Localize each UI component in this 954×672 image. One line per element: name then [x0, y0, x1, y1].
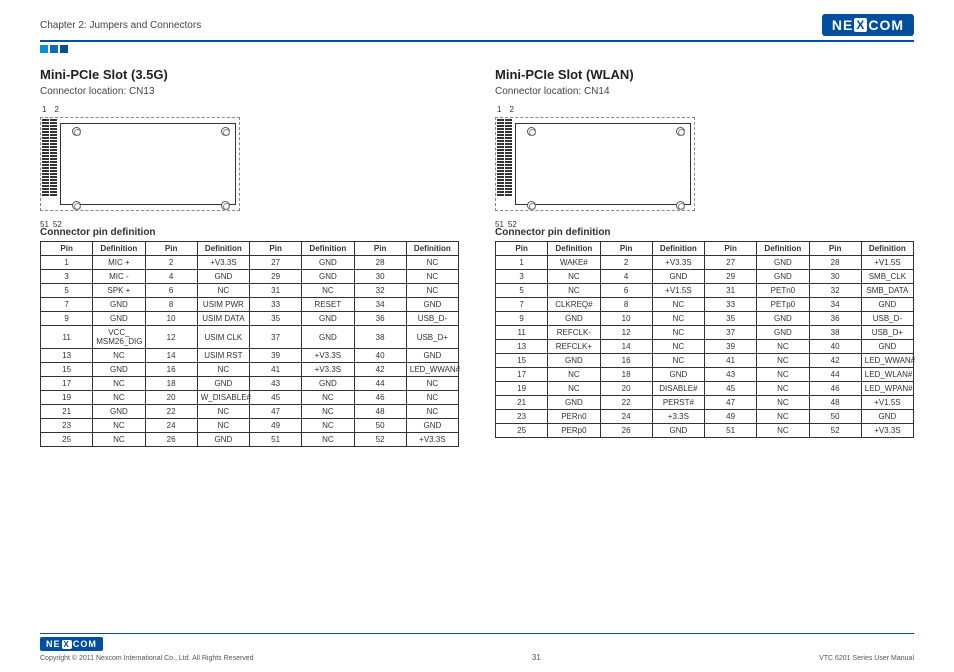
right-location: Connector location: CN14: [495, 86, 914, 97]
table-row: 17NC18GND43NC44LED_WLAN#: [496, 368, 914, 382]
manual-name: VTC 6201 Series User Manual: [819, 655, 914, 662]
col-header: Pin: [809, 242, 861, 256]
table-row: 9GND10NC35GND36USB_D-: [496, 312, 914, 326]
col-header: Pin: [600, 242, 652, 256]
pin-table-left: PinDefinitionPinDefinitionPinDefinitionP…: [40, 241, 459, 447]
col-header: Pin: [705, 242, 757, 256]
table-row: 21GND22NC47NC48NC: [41, 405, 459, 419]
right-title: Mini-PCIe Slot (WLAN): [495, 67, 914, 82]
header-bar: Chapter 2: Jumpers and Connectors NEXCOM: [40, 14, 914, 36]
table-row: 15GND16NC41+V3.3S42LED_WWAN#: [41, 363, 459, 377]
table-row: 5NC6+V1.5S31PETn032SMB_DATA: [496, 284, 914, 298]
col-header: Pin: [250, 242, 302, 256]
copyright-text: Copyright © 2011 Nexcom International Co…: [40, 655, 254, 662]
brand-logo: NEXCOM: [822, 14, 914, 36]
table-row: 23NC24NC49NC50GND: [41, 419, 459, 433]
left-table-title: Connector pin definition: [40, 227, 459, 238]
table-row: 19NC20DISABLE#45NC46LED_WPAN#: [496, 382, 914, 396]
table-row: 25NC26GND51NC52+V3.3S: [41, 433, 459, 447]
col-header: Definition: [197, 242, 249, 256]
table-row: 1WAKE#2+V3.3S27GND28+V1.5S: [496, 256, 914, 270]
col-header: Definition: [406, 242, 458, 256]
col-header: Definition: [302, 242, 354, 256]
right-section: Mini-PCIe Slot (WLAN) Connector location…: [495, 67, 914, 447]
table-row: 9GND10USIM DATA35GND36USB_D-: [41, 312, 459, 326]
decorative-squares: [40, 45, 914, 53]
page-footer: NEXCOM Copyright © 2011 Nexcom Internati…: [40, 633, 914, 662]
table-row: 13NC14USIM RST39+V3.3S40GND: [41, 349, 459, 363]
table-row: 13REFCLK+14NC39NC40GND: [496, 340, 914, 354]
page-number: 31: [532, 653, 541, 662]
table-row: 17NC18GND43GND44NC: [41, 377, 459, 391]
col-header: Definition: [861, 242, 913, 256]
col-header: Pin: [41, 242, 93, 256]
col-header: Definition: [757, 242, 809, 256]
col-header: Definition: [93, 242, 145, 256]
pin-table-right: PinDefinitionPinDefinitionPinDefinitionP…: [495, 241, 914, 438]
header-rule: [40, 40, 914, 42]
table-row: 15GND16NC41NC42LED_WWAN#: [496, 354, 914, 368]
col-header: Pin: [496, 242, 548, 256]
table-row: 5SPK +6NC31NC32NC: [41, 284, 459, 298]
connector-diagram-right: 12 5152: [495, 107, 695, 217]
footer-logo: NEXCOM: [40, 637, 103, 651]
col-header: Definition: [548, 242, 600, 256]
right-table-title: Connector pin definition: [495, 227, 914, 238]
table-row: 1MIC +2+V3.3S27GND28NC: [41, 256, 459, 270]
table-row: 3MIC -4GND29GND30NC: [41, 270, 459, 284]
table-row: 7GND8USIM PWR33RESET34GND: [41, 298, 459, 312]
content-columns: Mini-PCIe Slot (3.5G) Connector location…: [40, 67, 914, 447]
table-row: 11REFCLK-12NC37GND38USB_D+: [496, 326, 914, 340]
left-location: Connector location: CN13: [40, 86, 459, 97]
connector-diagram-left: 12 5152: [40, 107, 240, 217]
table-row: 19NC20W_DISABLE#45NC46NC: [41, 391, 459, 405]
table-row: 21GND22PERST#47NC48+V1.5S: [496, 396, 914, 410]
chapter-label: Chapter 2: Jumpers and Connectors: [40, 20, 201, 31]
left-section: Mini-PCIe Slot (3.5G) Connector location…: [40, 67, 459, 447]
table-row: 25PERp026GND51NC52+V3.3S: [496, 424, 914, 438]
table-row: 3NC4GND29GND30SMB_CLK: [496, 270, 914, 284]
table-row: 11VCC_ MSM26_DIG12USIM CLK37GND38USB_D+: [41, 326, 459, 349]
col-header: Definition: [652, 242, 704, 256]
table-row: 23PERn024+3.3S49NC50GND: [496, 410, 914, 424]
left-title: Mini-PCIe Slot (3.5G): [40, 67, 459, 82]
col-header: Pin: [354, 242, 406, 256]
col-header: Pin: [145, 242, 197, 256]
table-row: 7CLKREQ#8NC33PETp034GND: [496, 298, 914, 312]
